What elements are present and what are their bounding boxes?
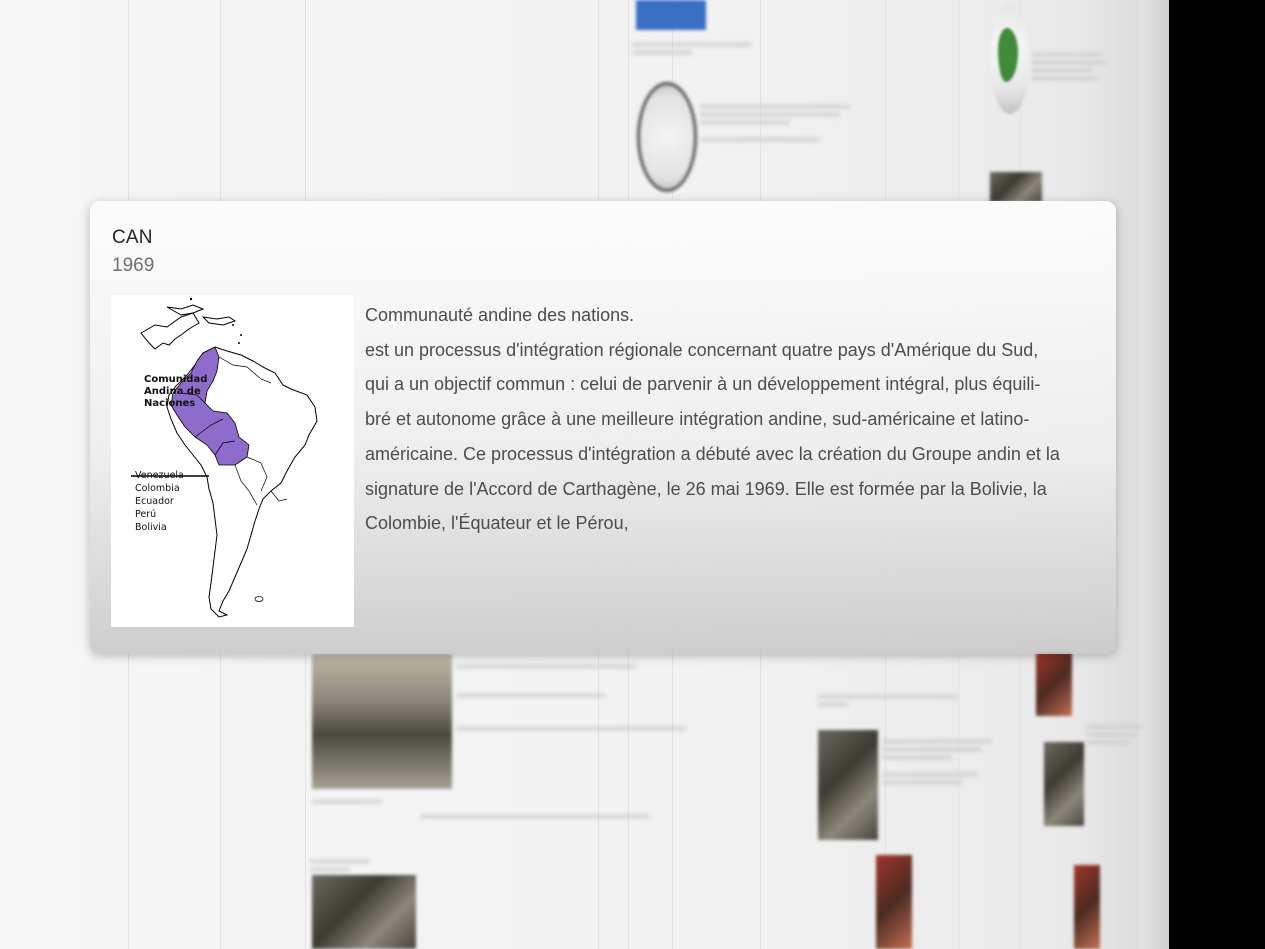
timeline-thumbnail[interactable] [818,730,878,840]
timeline-thumbnail[interactable] [1044,742,1084,826]
timeline-thumbnail[interactable] [990,172,1042,202]
event-image: Comunidad Andina de Naciones Venezuela C… [111,295,354,627]
map-country-label: Perú [135,509,156,520]
map-country-label: Venezuela [135,470,184,481]
event-year: 1969 [112,255,155,276]
map-country-label: Ecuador [135,496,174,507]
timeline-event-card[interactable] [310,855,430,876]
timeline-event-card[interactable] [882,735,1002,789]
description-line: américaine. Ce processus d'intégration a… [365,443,1060,464]
map-title-line: Naciones [144,398,195,409]
map-country-label: Colombia [135,483,180,494]
timeline-event-card[interactable] [818,690,1018,711]
map-title-line: Comunidad [144,374,207,385]
description-line: est un processus d'intégration régionale… [365,339,1039,360]
timeline-event-card[interactable] [312,795,412,808]
event-detail-popup[interactable]: CAN 1969 Comunidad Andina de Naciones Ve… [90,201,1116,654]
andean-community-map-icon: Comunidad Andina de Naciones Venezuela C… [131,297,318,618]
timeline-event-card[interactable] [456,660,696,735]
timeline-thumbnail[interactable] [990,4,1030,114]
description-line: qui a un objectif commun : celui de parv… [365,374,1041,395]
description-line: Communauté andine des nations. [365,305,635,325]
timeline-thumbnail[interactable] [1074,865,1100,949]
timeline-thumbnail[interactable] [312,654,452,789]
timeline-event-card[interactable] [1086,720,1146,749]
timeline-event-card[interactable] [700,100,860,146]
map-country-label: Bolivia [135,522,167,533]
timeline-event-card[interactable] [420,810,660,823]
map-title-line: Andina de [144,386,201,397]
description-line: Colombie, l'Équateur et le Pérou, [365,513,629,534]
description-line: signature de l'Accord de Carthagène, le … [365,478,1047,499]
description-line: bré et autonome grâce à une meilleure in… [365,409,1030,430]
timeline-thumbnail[interactable] [636,0,706,30]
screen-edge [1169,0,1265,949]
timeline-thumbnail[interactable] [637,82,697,192]
timeline-thumbnail[interactable] [312,875,416,949]
timeline-thumbnail[interactable] [876,855,912,949]
timeline-event-card[interactable] [1032,48,1112,85]
perspective-wall [1139,0,1169,949]
timeline-thumbnail[interactable] [1036,652,1072,716]
event-title: CAN [112,227,153,248]
timeline-event-card[interactable] [632,38,872,59]
event-description: Communauté andine des nations. est un pr… [365,298,1100,541]
